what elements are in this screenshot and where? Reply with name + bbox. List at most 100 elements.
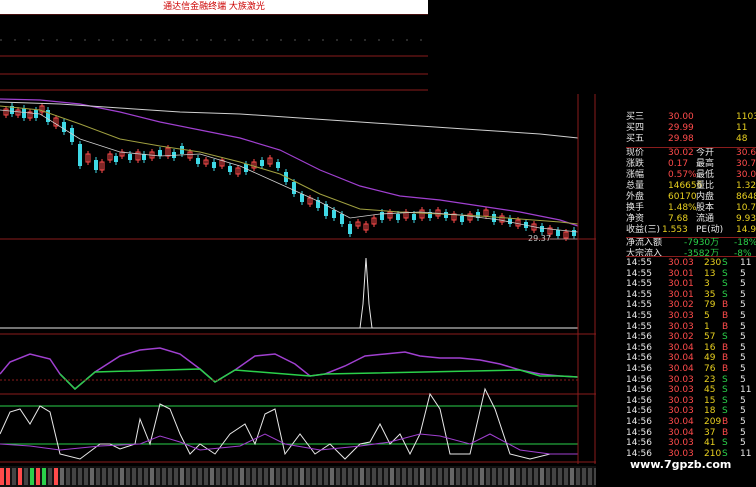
flow-value: -7930万 <box>684 238 720 248</box>
stat-label: 涨跌 <box>626 159 645 169</box>
chart-area[interactable]: 29.37 -12%-16%-20%-24%-28%-32%-36%-40%-4… <box>0 13 628 467</box>
bottom-strip-bar <box>234 468 238 485</box>
bottom-strip-bar <box>522 468 526 485</box>
bottom-strip-bar <box>66 468 70 485</box>
bottom-strip-bar <box>468 468 472 485</box>
tick-side: S <box>722 385 728 396</box>
bottom-strip-bar <box>258 468 262 485</box>
tick-side: S <box>722 374 728 385</box>
tick-row[interactable]: 14:56 30.03 18 S 5 <box>626 406 756 417</box>
tick-row[interactable]: 14:56 30.04 49 B 5 <box>626 353 756 364</box>
candle-body <box>300 194 304 202</box>
bottom-strip-bar <box>594 468 598 485</box>
bottom-strip-bar <box>6 468 10 485</box>
tick-row[interactable]: 14:56 30.04 16 B 5 <box>626 343 756 354</box>
tick-count: 5 <box>740 311 746 321</box>
stat-label: 换手 <box>626 203 645 213</box>
bottom-strip-bar <box>186 468 190 485</box>
tick-count: 5 <box>740 342 746 353</box>
bottom-strip-bar <box>228 468 232 485</box>
bottom-strip-bar <box>528 468 532 485</box>
tick-row[interactable]: 14:56 30.04 209 B 5 <box>626 417 756 428</box>
candles-group <box>3 103 576 241</box>
tick-row[interactable]: 14:55 30.03 230 S 11 <box>626 258 756 269</box>
stat-label: 外盘 <box>626 192 645 202</box>
bid-volume: 1103 <box>736 112 756 122</box>
bottom-strip-bar <box>144 468 148 485</box>
bottom-strip-bar <box>54 468 58 485</box>
tick-price: 30.04 <box>668 364 694 374</box>
stat-row: 外盘 60170内盘 86486 <box>596 192 756 203</box>
tick-row[interactable]: 14:55 30.02 79 B 5 <box>626 300 756 311</box>
candle-body <box>260 160 264 166</box>
bottom-strip-bar <box>450 468 454 485</box>
bottom-strip-bar <box>84 468 88 485</box>
bid-row: 买三 30.00 1103 <box>596 112 756 123</box>
tick-side: S <box>722 438 728 449</box>
tick-volume: 23 <box>704 374 716 385</box>
bottom-strip-bar <box>438 468 442 485</box>
bottom-strip-bar <box>402 468 406 485</box>
tick-side: B <box>722 427 729 438</box>
tick-price: 30.02 <box>668 300 694 311</box>
tick-volume: 18 <box>704 406 716 417</box>
tick-row[interactable]: 14:55 30.01 3 S 5 <box>626 279 756 290</box>
bottom-strip-bar <box>216 468 220 485</box>
tick-row[interactable]: 14:56 30.02 57 S 5 <box>626 332 756 343</box>
tick-count: 5 <box>740 279 746 290</box>
tick-count: 5 <box>740 395 746 406</box>
tick-row[interactable]: 14:56 30.03 45 S 11 <box>626 385 756 396</box>
tick-volume: 230 <box>704 258 722 268</box>
stat-value: 1.553 <box>662 225 688 235</box>
bottom-bars-svg <box>0 468 598 485</box>
tick-row[interactable]: 14:55 30.01 35 S 5 <box>626 290 756 301</box>
candle-body <box>492 214 496 222</box>
price-marker: 29.37 <box>528 234 551 243</box>
tick-price: 30.04 <box>668 427 694 438</box>
stat-value: 9.93亿 <box>736 214 756 224</box>
bottom-strip-bar <box>516 468 520 485</box>
candle-body <box>412 214 416 220</box>
bid-price: 29.99 <box>668 123 694 133</box>
tick-price: 30.03 <box>668 406 694 417</box>
tick-row[interactable]: 14:55 30.03 5 B 5 <box>626 311 756 322</box>
quote-separator <box>626 256 756 257</box>
bottom-strip-bar <box>12 468 16 485</box>
stat-value: 1.48% <box>668 203 697 213</box>
bottom-strip-bar <box>222 468 226 485</box>
bottom-strip-bar <box>432 468 436 485</box>
ma-olive-line <box>0 105 579 225</box>
tick-row[interactable]: 14:56 30.04 76 B 5 <box>626 364 756 375</box>
tick-row[interactable]: 14:55 30.01 13 S 5 <box>626 269 756 280</box>
stat-label: PE(动) <box>696 225 724 235</box>
bottom-strip-bar <box>360 468 364 485</box>
stat-label: 最高 <box>696 159 715 169</box>
candle-body <box>196 158 200 164</box>
tick-row[interactable]: 14:55 30.03 1 B 5 <box>626 322 756 333</box>
stat-value: 30.02 <box>668 148 694 158</box>
bottom-strip-bar <box>198 468 202 485</box>
stat-value: 1.32 <box>736 181 756 191</box>
tick-count: 11 <box>740 385 752 396</box>
bid-price: 30.00 <box>668 112 694 122</box>
tick-volume: 3 <box>704 279 710 290</box>
candle-body <box>128 154 132 160</box>
bottom-strip-bar <box>534 468 538 485</box>
tick-row[interactable]: 14:56 30.04 37 B 5 <box>626 428 756 439</box>
tick-time: 14:56 <box>626 395 652 406</box>
bottom-strip-bar <box>300 468 304 485</box>
bottom-strip-bar <box>30 468 34 485</box>
tick-side: S <box>722 258 728 268</box>
tick-row[interactable]: 14:56 30.03 23 S 5 <box>626 375 756 386</box>
stat-label: 最低 <box>696 170 715 180</box>
bottom-strip-bar <box>102 468 106 485</box>
bottom-strip-bar <box>48 468 52 485</box>
tick-price: 30.01 <box>668 268 694 279</box>
tick-count: 5 <box>740 321 746 332</box>
tick-row[interactable]: 14:56 30.03 41 S 5 <box>626 438 756 449</box>
tick-time: 14:56 <box>626 374 652 385</box>
bottom-strip-bar <box>342 468 346 485</box>
tick-row[interactable]: 14:56 30.03 15 S 5 <box>626 396 756 407</box>
tick-volume: 41 <box>704 438 716 449</box>
bottom-strip-bar <box>582 468 586 485</box>
